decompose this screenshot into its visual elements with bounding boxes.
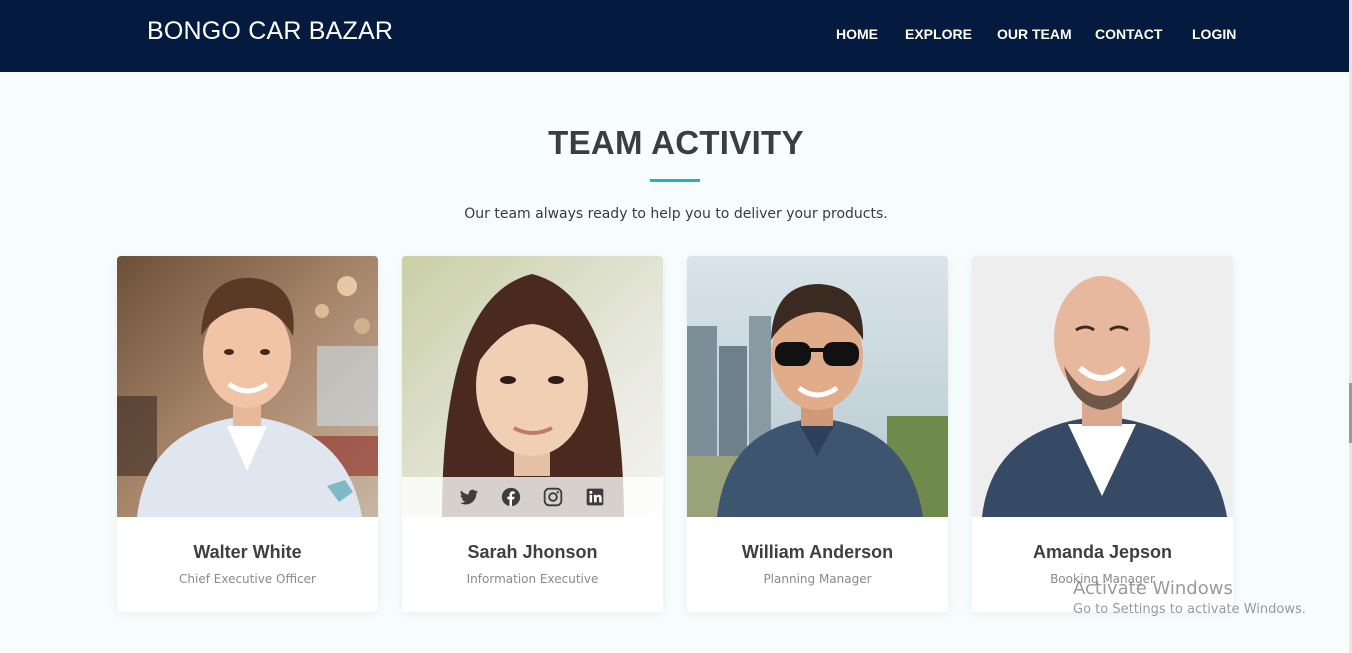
title-underline [650, 179, 700, 182]
team-member-role: Chief Executive Officer [179, 572, 316, 586]
team-member-photo [117, 256, 378, 517]
team-card-amanda-jepson[interactable]: Amanda Jepson Booking Manager [972, 256, 1233, 612]
nav-contact-link[interactable]: CONTACT [1095, 26, 1162, 42]
facebook-icon[interactable] [501, 487, 521, 507]
team-member-role: Information Executive [466, 572, 599, 586]
team-member-role: Planning Manager [763, 572, 872, 586]
team-card-william-anderson[interactable]: William Anderson Planning Manager [687, 256, 948, 612]
nav-login-link[interactable]: LOGIN [1192, 26, 1236, 42]
twitter-icon[interactable] [459, 487, 479, 507]
team-member-name: Walter White [193, 542, 302, 562]
nav-home-link[interactable]: HOME [836, 26, 878, 42]
team-member-name: Amanda Jepson [1032, 542, 1173, 562]
team-member-photo [972, 256, 1233, 517]
section-title: TEAM ACTIVITY [548, 124, 804, 161]
watermark-subtitle: Go to Settings to activate Windows. [1073, 602, 1306, 617]
team-member-photo [687, 256, 948, 517]
instagram-icon[interactable] [543, 487, 563, 507]
team-card-sarah-jhonson[interactable]: Sarah Jhonson Information Executive [402, 256, 663, 612]
windows-activation-watermark: Activate Windows Go to Settings to activ… [1073, 578, 1306, 617]
brand-logo[interactable]: BONGO CAR BAZAR [147, 17, 393, 46]
social-bar [402, 477, 663, 517]
section-subtitle: Our team always ready to help you to del… [464, 206, 888, 222]
navbar: BONGO CAR BAZAR HOME EXPLORE OUR TEAM CO… [0, 0, 1349, 72]
watermark-title: Activate Windows [1073, 578, 1233, 599]
linkedin-icon[interactable] [585, 487, 605, 507]
nav-explore-link[interactable]: EXPLORE [905, 26, 972, 42]
team-member-name: Sarah Jhonson [467, 542, 598, 562]
team-member-name: William Anderson [741, 542, 894, 562]
team-card-walter-white[interactable]: Walter White Chief Executive Officer [117, 256, 378, 612]
nav-our-team-link[interactable]: OUR TEAM [997, 26, 1072, 42]
